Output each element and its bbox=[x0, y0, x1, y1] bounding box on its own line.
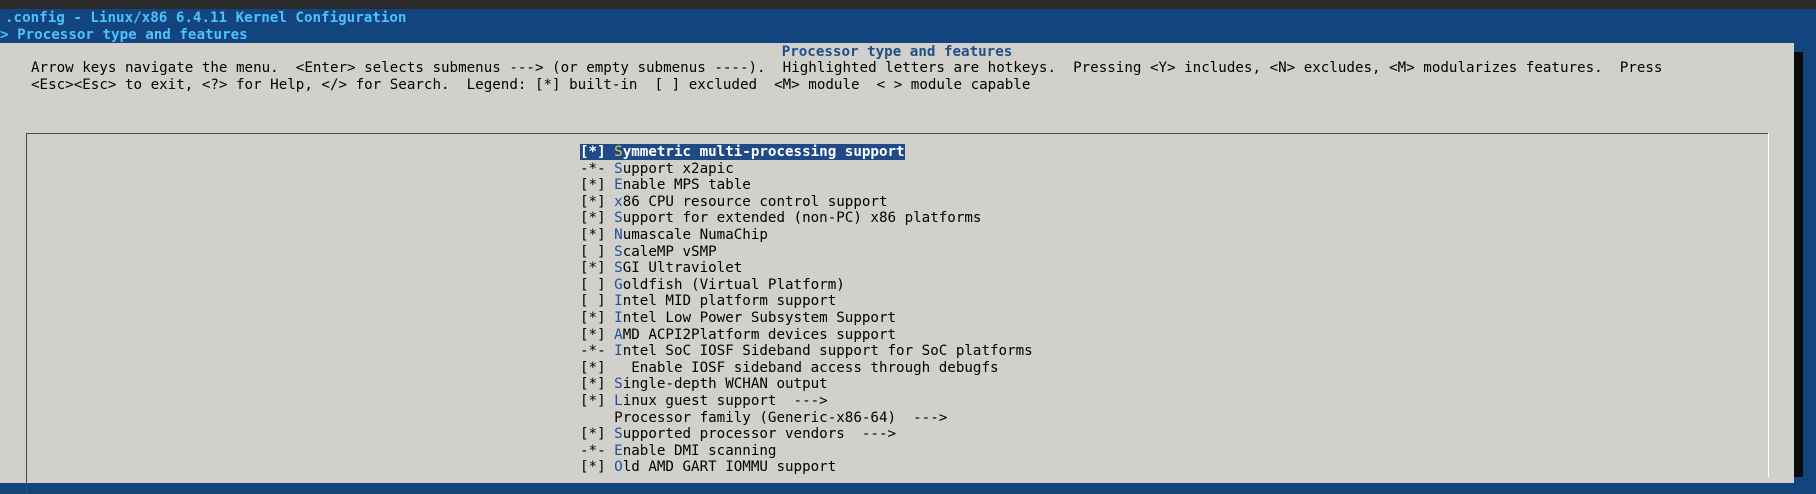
menu-item[interactable]: -*- Intel SoC IOSF Sideband support for … bbox=[580, 343, 1033, 359]
menu-item-hotkey: O bbox=[614, 459, 623, 476]
menu-item-label: Enable IOSF sideband access through debu… bbox=[614, 359, 999, 376]
menu-item-label: ymmetric multi-processing support bbox=[622, 144, 905, 160]
menu-item[interactable]: [*] Symmetric multi-processing support bbox=[580, 144, 905, 160]
menu-item-state: [*] bbox=[580, 459, 606, 476]
menu-item-hotkey: I bbox=[614, 293, 623, 310]
menu-item-hotkey: E bbox=[614, 177, 623, 194]
menu-item[interactable]: [*] Old AMD GART IOMMU support bbox=[580, 459, 836, 475]
menu-item-state: [ ] bbox=[580, 243, 606, 260]
menu-item-state: [*] bbox=[580, 227, 606, 243]
menu-item-hotkey: S bbox=[614, 160, 623, 177]
menu-item[interactable]: Processor family (Generic-x86-64) ---> bbox=[580, 410, 947, 426]
menu-item-state: [*] bbox=[580, 359, 606, 376]
menu-item-state: [*] bbox=[580, 193, 606, 210]
menu-item-state: [*] bbox=[580, 177, 606, 194]
help-text-line-2: <Esc><Esc> to exit, <?> for Help, </> fo… bbox=[31, 77, 1031, 93]
help-text-line-1: Arrow keys navigate the menu. <Enter> se… bbox=[31, 60, 1663, 76]
menu-item-state: [*] bbox=[580, 426, 606, 443]
menu-item-state: [*] bbox=[580, 326, 606, 343]
menu-item[interactable]: [ ] ScaleMP vSMP bbox=[580, 244, 717, 260]
menu-item-label: upported processor vendors ---> bbox=[622, 426, 897, 443]
menu-item[interactable]: -*- Enable DMI scanning bbox=[580, 443, 776, 459]
window-title: .config - Linux/x86 6.4.11 Kernel Config… bbox=[5, 10, 407, 26]
menu-item[interactable]: [*] Enable MPS table bbox=[580, 177, 751, 193]
menu-item-hotkey: S bbox=[614, 144, 623, 160]
dialog-title: Processor type and features bbox=[781, 44, 1013, 60]
menu-item[interactable]: [*] Linux guest support ---> bbox=[580, 393, 828, 409]
menu-item-state: [*] bbox=[580, 144, 606, 160]
menu-item[interactable]: [*] Supported processor vendors ---> bbox=[580, 426, 896, 442]
menu-item-hotkey: x bbox=[614, 193, 623, 210]
menu-item-state bbox=[580, 410, 606, 426]
menu-item-state: [*] bbox=[580, 376, 606, 393]
menu-item-label: nable DMI scanning bbox=[622, 442, 777, 459]
menu-item-label: 86 CPU resource control support bbox=[622, 193, 888, 210]
menu-item-state: -*- bbox=[580, 442, 606, 459]
menu-item-hotkey: G bbox=[614, 276, 623, 293]
menu-item-label: inux guest support ---> bbox=[622, 393, 828, 409]
menu-item-hotkey: S bbox=[614, 260, 623, 277]
menu-item-hotkey: A bbox=[614, 326, 623, 343]
menu-item-label: ntel Low Power Subsystem Support bbox=[622, 310, 897, 326]
menu-item-state: [*] bbox=[580, 393, 606, 409]
menu-item[interactable]: [*] Intel Low Power Subsystem Support bbox=[580, 310, 896, 326]
menu-item-label: ntel SoC IOSF Sideband support for SoC p… bbox=[622, 343, 1033, 360]
menu-list-box-edge bbox=[1768, 133, 1769, 477]
menu-item-label: upport x2apic bbox=[622, 160, 734, 177]
menu-list-box bbox=[26, 133, 1769, 494]
dialog-shadow bbox=[1794, 52, 1803, 477]
menu-item-label: caleMP vSMP bbox=[622, 243, 717, 260]
menu-item[interactable]: [*] Enable IOSF sideband access through … bbox=[580, 360, 999, 376]
menu-item[interactable]: [*] Single-depth WCHAN output bbox=[580, 376, 828, 392]
menu-item-label: GI Ultraviolet bbox=[622, 260, 743, 277]
menu-item-label: Processor family (Generic-x86-64) ---> bbox=[614, 409, 948, 426]
menu-item-hotkey: S bbox=[614, 243, 623, 260]
menu-item-hotkey: S bbox=[614, 376, 623, 393]
menu-item-hotkey: I bbox=[614, 310, 623, 326]
menu-item-label: ingle-depth WCHAN output bbox=[622, 376, 828, 393]
menu-item[interactable]: [*] SGI Ultraviolet bbox=[580, 260, 742, 276]
menu-item-hotkey: S bbox=[614, 210, 623, 227]
menu-item-label: umascale NumaChip bbox=[622, 227, 768, 243]
menu-item-state: [ ] bbox=[580, 293, 606, 310]
menu-item-label: ld AMD GART IOMMU support bbox=[622, 459, 837, 476]
menu-item[interactable]: [*] Numascale NumaChip bbox=[580, 227, 768, 243]
menu-item-label: ntel MID platform support bbox=[622, 293, 837, 310]
menu-item-label: upport for extended (non-PC) x86 platfor… bbox=[622, 210, 982, 227]
menu-item-state: -*- bbox=[580, 160, 606, 177]
menu-item-label: MD ACPI2Platform devices support bbox=[622, 326, 897, 343]
menu-item[interactable]: [*] Support for extended (non-PC) x86 pl… bbox=[580, 210, 981, 226]
menu-item-state: [*] bbox=[580, 260, 606, 277]
menu-item-state: [ ] bbox=[580, 276, 606, 293]
menu-item-label: oldfish (Virtual Platform) bbox=[622, 276, 845, 293]
menu-item[interactable]: [ ] Goldfish (Virtual Platform) bbox=[580, 277, 845, 293]
menu-item-label: nable MPS table bbox=[622, 177, 751, 194]
menu-item-hotkey: L bbox=[614, 393, 623, 409]
menu-item-hotkey: S bbox=[614, 426, 623, 443]
menu-item[interactable]: [ ] Intel MID platform support bbox=[580, 293, 836, 309]
menu-item-hotkey: E bbox=[614, 442, 623, 459]
menu-item[interactable]: [*] AMD ACPI2Platform devices support bbox=[580, 327, 896, 343]
menu-item-hotkey: I bbox=[614, 343, 623, 360]
menu-item-state: [*] bbox=[580, 210, 606, 227]
menu-item-state: -*- bbox=[580, 343, 606, 360]
menu-item-state: [*] bbox=[580, 310, 606, 326]
terminal-top-bar bbox=[0, 0, 1816, 9]
menu-item[interactable]: [*] x86 CPU resource control support bbox=[580, 194, 888, 210]
menu-item[interactable]: -*- Support x2apic bbox=[580, 161, 734, 177]
breadcrumb: > Processor type and features bbox=[0, 27, 248, 43]
menu-item-hotkey: N bbox=[614, 227, 623, 243]
